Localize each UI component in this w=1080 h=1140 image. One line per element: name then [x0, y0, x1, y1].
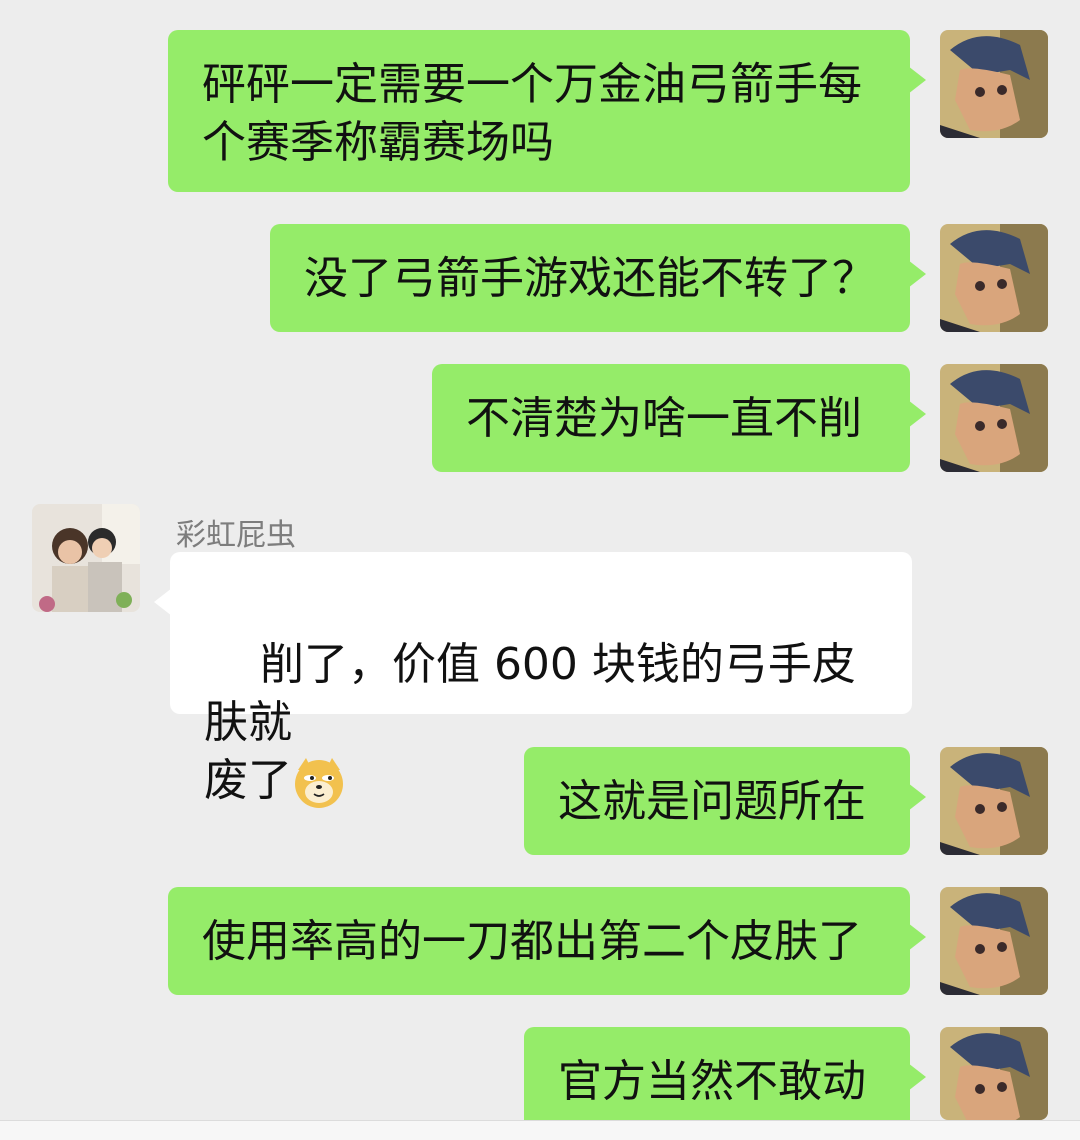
my-avatar-icon — [940, 30, 1048, 138]
doge-emoji-icon — [295, 758, 343, 808]
message-bubble[interactable]: 使用率高的一刀都出第二个皮肤了 — [168, 887, 926, 995]
my-avatar-icon — [940, 224, 1048, 332]
my-avatar[interactable] — [940, 747, 1048, 855]
message-bubble[interactable]: 这就是问题所在 — [524, 747, 926, 855]
input-bar-edge — [0, 1120, 1080, 1140]
my-avatar[interactable] — [940, 30, 1048, 138]
my-avatar-icon — [940, 364, 1048, 472]
my-avatar-icon — [940, 887, 1048, 995]
my-avatar[interactable] — [940, 887, 1048, 995]
message-bubble[interactable]: 官方当然不敢动 — [524, 1027, 926, 1135]
chat-window: 砰砰一定需要一个万金油弓箭手每 个赛季称霸赛场吗 没了弓箭手游戏还能不转了？ 不… — [0, 0, 1080, 1140]
message-bubble[interactable]: 不清楚为啥一直不削 — [432, 364, 926, 472]
message-text-line1: 削了，价值 600 块钱的弓手皮肤就 — [204, 639, 856, 748]
message-bubble[interactable]: 削了，价值 600 块钱的弓手皮肤就废了 — [154, 552, 912, 808]
my-avatar[interactable] — [940, 1027, 1048, 1120]
my-avatar[interactable] — [940, 224, 1048, 332]
my-avatar[interactable] — [940, 364, 1048, 472]
sender-name: 彩虹屁虫 — [176, 518, 296, 553]
my-avatar-icon — [940, 747, 1048, 855]
message-bubble[interactable]: 没了弓箭手游戏还能不转了？ — [270, 224, 926, 332]
message-text-line2: 废了 — [204, 755, 292, 806]
other-avatar-icon — [32, 504, 140, 612]
other-avatar[interactable] — [32, 504, 140, 612]
message-bubble[interactable]: 砰砰一定需要一个万金油弓箭手每 个赛季称霸赛场吗 — [168, 30, 926, 192]
my-avatar-icon — [940, 1027, 1048, 1120]
